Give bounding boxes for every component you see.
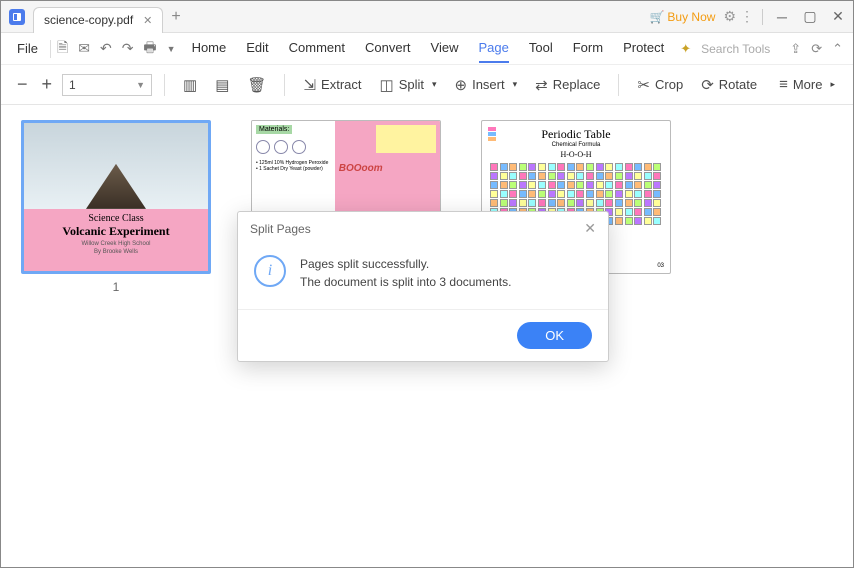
more-button[interactable]: ≡More▸: [773, 72, 841, 97]
cart-icon: 🛒: [649, 10, 664, 24]
tab-close-icon[interactable]: ✕: [143, 14, 152, 27]
slide1-title: Volcanic Experiment: [28, 224, 204, 239]
redo-icon[interactable]: ↷: [122, 40, 134, 57]
app-icon: [9, 9, 25, 25]
zoom-out-button[interactable]: −: [13, 74, 32, 95]
page-value: 1: [69, 78, 76, 92]
settings-icon[interactable]: ⚙: [723, 8, 736, 25]
print-icon[interactable]: 🖶: [143, 37, 156, 61]
kebab-icon[interactable]: ⋮: [740, 8, 754, 25]
tab-tool[interactable]: Tool: [529, 34, 553, 63]
tab-edit[interactable]: Edit: [246, 34, 268, 63]
buy-now-link[interactable]: 🛒 Buy Now: [649, 10, 715, 24]
undo-icon[interactable]: ↶: [100, 40, 112, 57]
split-button[interactable]: ◫Split▾: [374, 72, 443, 98]
sticky-note: [376, 125, 436, 153]
dialog-message-1: Pages split successfully.: [300, 255, 511, 273]
share-icon[interactable]: ⇪: [790, 41, 801, 57]
slide1-subtitle: Science Class: [28, 213, 204, 224]
collapse-ribbon-icon[interactable]: ⌃: [832, 41, 843, 57]
slide3-page-num: 03: [657, 263, 664, 269]
dialog-ok-button[interactable]: OK: [517, 322, 592, 349]
tab-comment[interactable]: Comment: [289, 34, 345, 63]
search-tools-input[interactable]: Search Tools: [701, 42, 770, 56]
menubar: File 🗎 ✉ ↶ ↷ 🖶 ▼ Home Edit Comment Conve…: [1, 33, 853, 65]
cloud-icon[interactable]: ⟳: [811, 41, 822, 57]
tab-title: science-copy.pdf: [44, 13, 133, 27]
tab-home[interactable]: Home: [192, 34, 227, 63]
dialog-close-button[interactable]: ✕: [584, 220, 596, 237]
materials-label: Materials:: [256, 125, 292, 134]
buy-now-label: Buy Now: [667, 10, 715, 24]
layout-1-button[interactable]: ▥: [177, 72, 203, 98]
new-tab-button[interactable]: +: [171, 8, 180, 26]
slide3-formula: H-O-O-H: [490, 150, 662, 159]
minimize-button[interactable]: ─: [775, 10, 789, 24]
legend: [488, 127, 496, 141]
boom-text: BOOoom: [339, 163, 383, 174]
slide3-sub: Chemical Formula: [490, 142, 662, 148]
tab-view[interactable]: View: [431, 34, 459, 63]
slide1-school: Willow Creek High School: [28, 241, 204, 247]
slide3-title: Periodic Table: [490, 127, 662, 142]
tab-form[interactable]: Form: [573, 34, 603, 63]
rotate-button[interactable]: ⟳Rotate: [695, 72, 763, 98]
close-window-button[interactable]: ✕: [831, 10, 845, 24]
tab-convert[interactable]: Convert: [365, 34, 411, 63]
dialog-message-2: The document is split into 3 documents.: [300, 273, 511, 291]
mail-icon[interactable]: ✉: [78, 40, 90, 57]
split-pages-dialog: Split Pages ✕ i Pages split successfully…: [237, 211, 609, 362]
document-tab[interactable]: science-copy.pdf ✕: [33, 7, 163, 33]
layout-2-button[interactable]: ▤: [209, 72, 235, 98]
tab-page[interactable]: Page: [479, 34, 509, 63]
delete-page-button[interactable]: 🗑: [241, 72, 272, 98]
page-label-1: 1: [113, 280, 120, 294]
page-number-input[interactable]: 1 ▼: [62, 74, 152, 96]
qat-dropdown-icon[interactable]: ▼: [167, 44, 176, 54]
replace-button[interactable]: ⇄Replace: [529, 72, 606, 98]
ribbon-tabs: Home Edit Comment Convert View Page Tool…: [192, 34, 665, 63]
extract-button[interactable]: ⇲Extract: [297, 72, 367, 98]
info-icon: i: [254, 255, 286, 287]
dialog-title: Split Pages: [250, 222, 311, 236]
slide1-author: By Brooke Wells: [28, 249, 204, 255]
page-toolbar: − + 1 ▼ ▥ ▤ 🗑 ⇲Extract ◫Split▾ ⊕Insert▾ …: [1, 65, 853, 105]
crop-button[interactable]: ✂Crop: [631, 72, 689, 98]
save-icon[interactable]: 🗎: [57, 37, 68, 61]
material-item-2: • 1 Sachet Dry Yeast (powder): [256, 166, 331, 172]
zoom-in-button[interactable]: +: [38, 74, 57, 95]
titlebar: science-copy.pdf ✕ + 🛒 Buy Now ⚙ ⋮ ─ ▢ ✕: [1, 1, 853, 33]
chevron-down-icon: ▼: [136, 80, 145, 90]
insert-button[interactable]: ⊕Insert▾: [449, 72, 524, 98]
file-menu[interactable]: File: [11, 37, 44, 60]
page-thumbnail-1[interactable]: Science Class Volcanic Experiment Willow…: [21, 120, 211, 274]
tab-protect[interactable]: Protect: [623, 34, 664, 63]
divider: [762, 9, 763, 25]
magic-icon[interactable]: ✦: [680, 41, 691, 57]
maximize-button[interactable]: ▢: [803, 10, 817, 24]
